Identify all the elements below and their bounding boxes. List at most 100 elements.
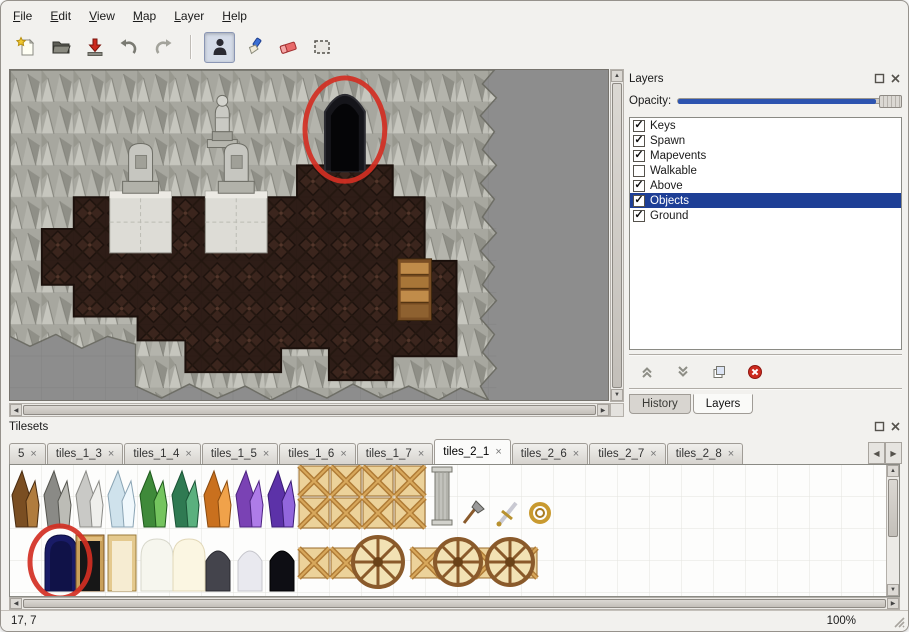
- tileset-tab-label: tiles_1_6: [288, 448, 334, 460]
- layer-row-ground[interactable]: Ground: [630, 208, 901, 223]
- delete-layer-button[interactable]: [745, 362, 765, 382]
- move-down-icon: [675, 364, 691, 380]
- tab-close-icon[interactable]: ×: [340, 449, 346, 460]
- tileset-tab-label: tiles_2_7: [598, 448, 644, 460]
- tileset-tab[interactable]: tiles_1_7 ×: [357, 443, 433, 464]
- scroll-down-button[interactable]: ▼: [611, 389, 623, 401]
- tab-close-icon[interactable]: ×: [30, 449, 36, 460]
- layer-row-walkable[interactable]: Walkable: [630, 163, 901, 178]
- tab-close-icon[interactable]: ×: [108, 449, 114, 460]
- save-button[interactable]: [79, 32, 110, 63]
- layer-checkbox[interactable]: [633, 150, 645, 162]
- restore-icon[interactable]: [873, 420, 886, 433]
- tileset-tab-label: 5: [18, 448, 24, 460]
- opacity-slider[interactable]: [677, 95, 902, 107]
- open-button[interactable]: [45, 32, 76, 63]
- tileset-tab-active[interactable]: tiles_2_1 ×: [434, 439, 510, 464]
- move-layer-up-button[interactable]: [637, 362, 657, 382]
- menu-help[interactable]: Help: [214, 6, 255, 26]
- menu-edit[interactable]: Edit: [42, 6, 79, 26]
- tileset-tab[interactable]: tiles_2_7 ×: [589, 443, 665, 464]
- close-icon[interactable]: [889, 420, 902, 433]
- tab-scroll-left-button[interactable]: ◀: [868, 442, 885, 464]
- layer-checkbox[interactable]: [633, 210, 645, 222]
- tileset-tab[interactable]: tiles_2_8 ×: [667, 443, 743, 464]
- light-door-frame-tile: [108, 535, 136, 591]
- select-tool-button[interactable]: [306, 32, 337, 63]
- scroll-up-button[interactable]: ▲: [611, 70, 623, 82]
- tab-scroll-right-button[interactable]: ▶: [885, 442, 902, 464]
- eraser-tool-button[interactable]: [272, 32, 303, 63]
- map-canvas[interactable]: [9, 69, 609, 401]
- scroll-down-button[interactable]: ▼: [887, 584, 899, 596]
- layer-checkbox[interactable]: [633, 135, 645, 147]
- layer-row-spawn[interactable]: Spawn: [630, 133, 901, 148]
- paint-tool-button[interactable]: [238, 32, 269, 63]
- layer-checkbox[interactable]: [633, 195, 645, 207]
- redo-button[interactable]: [147, 32, 178, 63]
- tileset-tab[interactable]: tiles_2_6 ×: [512, 443, 588, 464]
- duplicate-layer-button[interactable]: [709, 362, 729, 382]
- layer-label: Mapevents: [650, 150, 706, 162]
- layer-checkbox[interactable]: [633, 165, 645, 177]
- redo-icon: [152, 36, 174, 58]
- delete-icon: [747, 364, 763, 380]
- main-toolbar: [5, 29, 904, 65]
- scroll-up-button[interactable]: ▲: [887, 465, 899, 477]
- black-cave-entrance-tile: [270, 551, 294, 591]
- layer-checkbox[interactable]: [633, 180, 645, 192]
- tileset-tab[interactable]: 5 ×: [9, 443, 46, 464]
- new-file-button[interactable]: [11, 32, 42, 63]
- tab-close-icon[interactable]: ×: [728, 449, 734, 460]
- tab-close-icon[interactable]: ×: [573, 449, 579, 460]
- tab-close-icon[interactable]: ×: [263, 449, 269, 460]
- tab-close-icon[interactable]: ×: [650, 449, 656, 460]
- tileset-horizontal-scrollbar[interactable]: ◀ ▶: [9, 597, 900, 610]
- move-up-icon: [639, 364, 655, 380]
- resize-grip[interactable]: [892, 615, 905, 628]
- tab-close-icon[interactable]: ×: [495, 447, 501, 458]
- undo-button[interactable]: [113, 32, 144, 63]
- vertical-scroll-thumb[interactable]: [888, 479, 898, 537]
- stamp-tool-button[interactable]: [204, 32, 235, 63]
- tileset-tab[interactable]: tiles_1_3 ×: [47, 443, 123, 464]
- tab-close-icon[interactable]: ×: [418, 449, 424, 460]
- tab-close-icon[interactable]: ×: [185, 449, 191, 460]
- tileset-tab[interactable]: tiles_1_6 ×: [279, 443, 355, 464]
- layer-checkbox[interactable]: [633, 120, 645, 132]
- tileset-canvas[interactable]: ▲ ▼: [9, 464, 900, 597]
- menu-view[interactable]: View: [81, 6, 123, 26]
- horizontal-scroll-thumb[interactable]: [23, 599, 886, 608]
- zoom-level: 100%: [827, 615, 856, 627]
- scroll-right-button[interactable]: ▶: [887, 598, 899, 609]
- map-vertical-scrollbar[interactable]: ▲ ▼: [610, 69, 624, 402]
- layer-label: Above: [650, 180, 683, 192]
- menu-layer[interactable]: Layer: [166, 6, 212, 26]
- layer-label: Objects: [650, 195, 689, 207]
- tab-history[interactable]: History: [629, 394, 691, 414]
- layer-row-above[interactable]: Above: [630, 178, 901, 193]
- opacity-slider-handle[interactable]: [879, 95, 902, 108]
- restore-icon[interactable]: [873, 72, 886, 85]
- tilesets-panel-title: Tilesets: [9, 421, 870, 433]
- close-icon[interactable]: [889, 72, 902, 85]
- gray-cave-entrance-tile: [206, 551, 230, 591]
- layer-row-mapevents[interactable]: Mapevents: [630, 148, 901, 163]
- tileset-tab-label: tiles_1_5: [211, 448, 257, 460]
- layer-row-objects[interactable]: Objects: [630, 193, 901, 208]
- tileset-tab-label: tiles_1_7: [366, 448, 412, 460]
- menu-file[interactable]: File: [5, 6, 40, 26]
- map-art: [10, 70, 608, 400]
- tileset-tab[interactable]: tiles_1_5 ×: [202, 443, 278, 464]
- scroll-left-button[interactable]: ◀: [10, 598, 22, 609]
- layer-row-keys[interactable]: Keys: [630, 118, 901, 133]
- vertical-scroll-thumb[interactable]: [612, 83, 622, 388]
- stamp-person-icon: [209, 36, 231, 58]
- tileset-vertical-scrollbar[interactable]: ▲ ▼: [886, 465, 899, 596]
- opacity-slider-fill: [678, 99, 876, 104]
- menu-map[interactable]: Map: [125, 6, 164, 26]
- opacity-row: Opacity:: [629, 93, 902, 109]
- move-layer-down-button[interactable]: [673, 362, 693, 382]
- tileset-tab[interactable]: tiles_1_4 ×: [124, 443, 200, 464]
- tab-layers[interactable]: Layers: [693, 394, 754, 414]
